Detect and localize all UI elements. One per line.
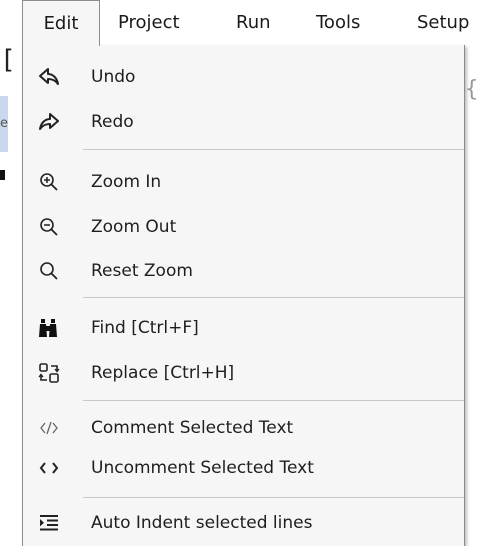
menu-item-label: Reset Zoom bbox=[91, 261, 193, 281]
code-brackets-icon bbox=[23, 446, 75, 490]
menu-run[interactable]: Run bbox=[236, 0, 271, 46]
edit-menu-dropdown: Undo Redo Zoom In Zoom Out Reset Zoom Fi… bbox=[22, 45, 465, 546]
menu-item-zoom-out[interactable]: Zoom Out bbox=[23, 205, 464, 249]
menu-item-reset-zoom[interactable]: Reset Zoom bbox=[23, 249, 464, 293]
background-marker-fragment bbox=[0, 170, 5, 180]
menu-separator bbox=[83, 400, 464, 401]
zoom-out-icon bbox=[23, 205, 75, 249]
menu-item-label: Auto Indent selected lines bbox=[91, 513, 313, 533]
menu-item-find[interactable]: Find [Ctrl+F] bbox=[23, 306, 464, 350]
menu-item-zoom-in[interactable]: Zoom In bbox=[23, 160, 464, 204]
menu-item-undo[interactable]: Undo bbox=[23, 55, 464, 99]
indent-icon bbox=[23, 501, 75, 545]
undo-icon bbox=[23, 55, 75, 99]
menu-setup[interactable]: Setup bbox=[417, 0, 469, 46]
background-editor-fragment: { bbox=[465, 77, 477, 102]
menu-tools[interactable]: Tools bbox=[316, 0, 360, 46]
menu-item-label: Comment Selected Text bbox=[91, 418, 294, 438]
menu-item-label: Find [Ctrl+F] bbox=[91, 318, 199, 338]
search-icon bbox=[23, 249, 75, 293]
menu-item-redo[interactable]: Redo bbox=[23, 100, 464, 144]
binoculars-icon bbox=[23, 306, 75, 350]
menu-item-label: Zoom Out bbox=[91, 217, 177, 237]
menu-separator bbox=[83, 297, 464, 298]
background-bracket-fragment: [ bbox=[0, 45, 16, 75]
menu-item-label: Uncomment Selected Text bbox=[91, 458, 314, 478]
comment-code-icon bbox=[23, 406, 75, 450]
menu-item-replace[interactable]: Replace [Ctrl+H] bbox=[23, 351, 464, 395]
menu-item-comment-selected-text[interactable]: Comment Selected Text bbox=[23, 406, 464, 450]
menu-item-uncomment-selected-text[interactable]: Uncomment Selected Text bbox=[23, 446, 464, 490]
menu-item-label: Redo bbox=[91, 112, 134, 132]
menu-bar: Edit Project Run Tools Setup bbox=[0, 0, 477, 46]
menu-item-label: Zoom In bbox=[91, 172, 162, 192]
menu-item-auto-indent[interactable]: Auto Indent selected lines bbox=[23, 501, 464, 545]
background-selected-tab-fragment: ec bbox=[0, 96, 8, 152]
redo-icon bbox=[23, 100, 75, 144]
menu-item-label: Replace [Ctrl+H] bbox=[91, 363, 235, 383]
menu-item-label: Undo bbox=[91, 67, 136, 87]
menu-separator bbox=[83, 149, 464, 150]
menu-edit[interactable]: Edit bbox=[22, 0, 100, 46]
menu-project[interactable]: Project bbox=[118, 0, 180, 46]
menu-separator bbox=[83, 497, 464, 498]
replace-icon bbox=[23, 351, 75, 395]
zoom-in-icon bbox=[23, 160, 75, 204]
